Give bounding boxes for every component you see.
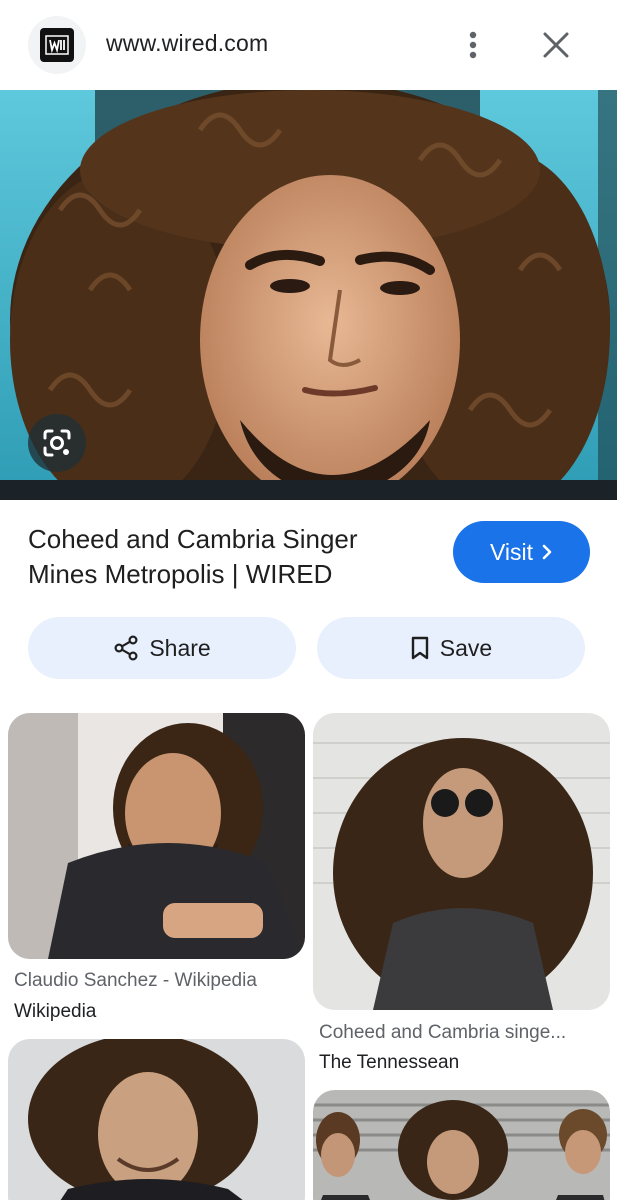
wired-logo-icon (40, 28, 74, 62)
close-icon (543, 32, 569, 58)
share-label: Share (149, 634, 211, 661)
related-title-1[interactable]: Claudio Sanchez - Wikipedia (14, 970, 306, 992)
google-lens-icon (43, 429, 71, 457)
more-options-button[interactable] (452, 22, 494, 68)
related-source-2: The Tennessean (319, 1052, 460, 1073)
related-image-2[interactable] (313, 713, 610, 1010)
more-vert-icon (469, 31, 477, 59)
top-bar: www.wired.com (0, 0, 617, 90)
save-label: Save (439, 634, 493, 661)
visit-label: Visit (489, 538, 534, 565)
related-image-4[interactable] (313, 1090, 610, 1200)
save-button[interactable]: Save (317, 617, 585, 679)
site-url[interactable]: www.wired.com (106, 30, 268, 57)
share-icon (114, 635, 138, 661)
share-button[interactable]: Share (28, 617, 296, 679)
result-title[interactable]: Coheed and Cambria Singer Mines Metropol… (28, 522, 428, 592)
google-lens-button[interactable] (28, 414, 86, 472)
chevron-right-icon (542, 544, 552, 560)
related-source-1: Wikipedia (14, 1001, 97, 1022)
visit-button[interactable]: Visit (453, 521, 590, 583)
hero-image[interactable] (0, 90, 617, 500)
related-title-2[interactable]: Coheed and Cambria singe... (319, 1022, 609, 1044)
related-image-3[interactable] (8, 1039, 305, 1200)
close-button[interactable] (534, 22, 578, 68)
bookmark-icon (411, 636, 428, 660)
site-favicon[interactable] (28, 16, 86, 74)
related-image-1[interactable] (8, 713, 305, 959)
